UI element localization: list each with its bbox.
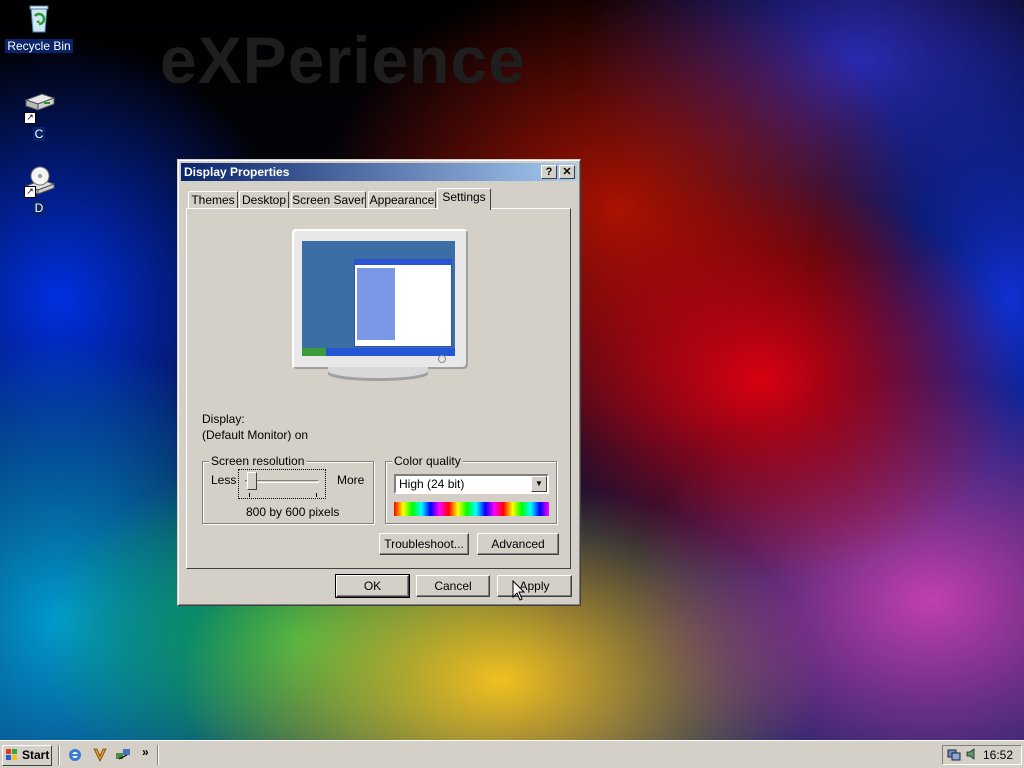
winamp-icon[interactable]: [92, 747, 108, 763]
monitor-stand: [328, 367, 428, 381]
ok-button[interactable]: OK: [335, 574, 410, 598]
monitor-preview-screen: [302, 241, 455, 356]
clock[interactable]: 16:52: [983, 746, 1013, 764]
monitor-preview: [292, 229, 468, 369]
windows-logo-icon: [6, 749, 18, 761]
color-spectrum-bar: [394, 502, 549, 516]
chevron-down-icon[interactable]: ▼: [531, 476, 547, 492]
help-button[interactable]: ?: [541, 165, 557, 179]
settings-panel: Display: (Default Monitor) on Screen res…: [186, 208, 571, 569]
color-quality-select[interactable]: High (24 bit) ▼: [394, 474, 549, 494]
taskbar-separator: [58, 745, 60, 765]
display-properties-dialog: Display Properties ? ✕ Themes Desktop Sc…: [177, 159, 581, 606]
slider-less-label: Less: [211, 473, 237, 487]
advanced-button[interactable]: Advanced: [477, 533, 559, 555]
cd-drive-icon: ↗: [22, 164, 56, 198]
slider-ticks: [249, 493, 317, 497]
color-quality-legend: Color quality: [392, 454, 463, 468]
network-status-icon[interactable]: [947, 747, 961, 766]
start-button[interactable]: Start: [2, 745, 52, 766]
screen-resolution-group: Screen resolution Less More 800 by 600 p…: [202, 454, 374, 524]
desktop-icon-label: C: [32, 127, 46, 141]
tab-themes[interactable]: Themes: [188, 191, 238, 209]
start-label: Start: [22, 748, 50, 762]
shortcut-arrow-icon: ↗: [24, 186, 36, 198]
slider-more-label: More: [337, 473, 365, 487]
monitor-power-led-icon: [438, 355, 446, 363]
apply-button[interactable]: Apply: [497, 575, 572, 597]
cancel-button[interactable]: Cancel: [416, 575, 490, 597]
network-icon[interactable]: [115, 747, 131, 763]
tab-appearance[interactable]: Appearance: [368, 191, 436, 209]
resolution-value: 800 by 600 pixels: [246, 505, 340, 519]
close-button[interactable]: ✕: [559, 165, 575, 179]
tab-screen-saver[interactable]: Screen Saver: [291, 191, 366, 209]
shortcut-arrow-icon: ↗: [24, 112, 36, 124]
ok-label: OK: [363, 579, 382, 593]
desktop-icon-recycle-bin[interactable]: Recycle Bin: [4, 2, 74, 53]
preview-window: [354, 259, 452, 347]
color-quality-group: Color quality High (24 bit) ▼: [385, 454, 557, 524]
taskbar: Start » 16:52: [0, 740, 1024, 768]
display-label: Display:: [202, 412, 245, 426]
desktop-icon-label: Recycle Bin: [5, 39, 73, 53]
taskbar-separator: [157, 745, 159, 765]
desktop: eXPerience Recycle Bin ↗ C ↗ D Display P…: [0, 0, 1024, 740]
resolution-slider[interactable]: [238, 469, 326, 499]
advanced-label: Advanced: [491, 537, 545, 551]
desktop-icon-drive-c[interactable]: ↗ C: [4, 90, 74, 141]
dialog-titlebar[interactable]: Display Properties ? ✕: [181, 163, 577, 181]
color-quality-selected: High (24 bit): [399, 477, 465, 491]
wallpaper-brand-text: eXPerience: [160, 23, 526, 97]
tab-settings[interactable]: Settings: [437, 188, 491, 210]
volume-icon[interactable]: [965, 747, 979, 766]
dialog-title: Display Properties: [184, 165, 290, 179]
troubleshoot-button[interactable]: Troubleshoot...: [379, 533, 469, 555]
desktop-icon-drive-d[interactable]: ↗ D: [4, 164, 74, 215]
system-tray: 16:52: [942, 745, 1022, 765]
hard-drive-icon: ↗: [22, 90, 56, 124]
recycle-bin-icon: [22, 2, 56, 36]
quick-launch-overflow-icon[interactable]: »: [142, 745, 149, 759]
screen-resolution-legend: Screen resolution: [209, 454, 307, 468]
troubleshoot-label: Troubleshoot...: [384, 537, 464, 551]
tab-desktop[interactable]: Desktop: [239, 191, 289, 209]
slider-thumb[interactable]: [247, 472, 257, 490]
internet-explorer-icon[interactable]: [67, 747, 83, 763]
desktop-icon-label: D: [32, 201, 46, 215]
cancel-label: Cancel: [434, 579, 472, 593]
display-value: (Default Monitor) on: [202, 428, 309, 442]
preview-start: [302, 348, 326, 356]
